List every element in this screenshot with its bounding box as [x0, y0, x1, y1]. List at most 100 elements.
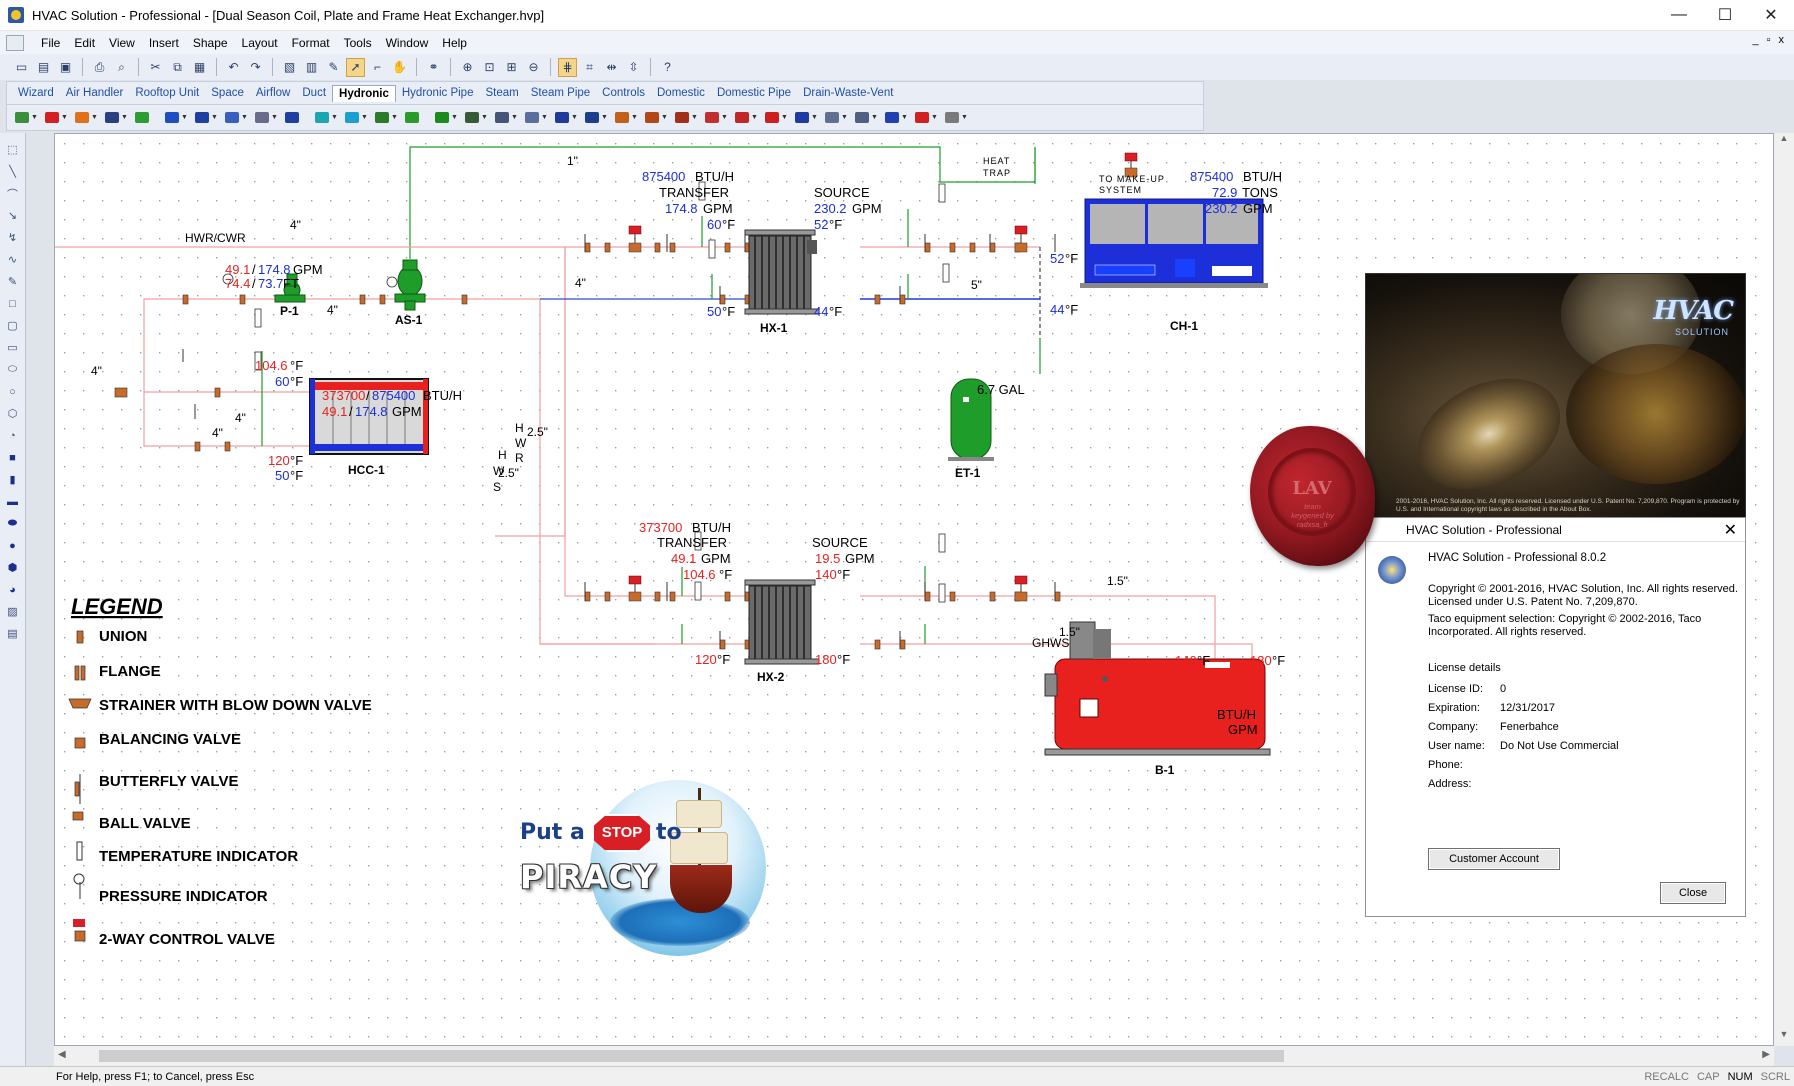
pump-tool[interactable]: ▼ — [435, 109, 461, 127]
tab-space[interactable]: Space — [205, 85, 250, 101]
redo-icon[interactable]: ↷ — [246, 58, 265, 77]
terminal-tool[interactable]: ▼ — [795, 109, 821, 127]
meter-tool[interactable]: ▼ — [555, 109, 581, 127]
burner-tool[interactable]: ▼ — [75, 109, 101, 127]
chiller-ch1[interactable] — [1080, 198, 1268, 288]
arc-icon[interactable]: ↯ — [5, 229, 21, 246]
context-help-icon[interactable]: ? — [658, 58, 677, 77]
mdi-close-button[interactable]: x — [1779, 34, 1785, 46]
menu-shape[interactable]: Shape — [186, 34, 235, 52]
unit-heater-tool[interactable]: ▼ — [225, 109, 251, 127]
pie-icon[interactable]: ◔ — [5, 427, 21, 444]
tab-domestic[interactable]: Domestic — [651, 85, 711, 101]
circle-icon[interactable]: ○ — [5, 383, 21, 400]
boiler-tool[interactable]: ▼ — [45, 109, 71, 127]
image-icon[interactable]: ▨ — [5, 603, 21, 620]
heat-exchanger-hx2[interactable] — [744, 579, 820, 665]
valve-tool[interactable]: ▼ — [375, 109, 401, 127]
filled-square-icon[interactable]: ▬ — [5, 493, 21, 510]
document-icon[interactable] — [6, 34, 24, 51]
curve-icon[interactable]: ∿ — [5, 251, 21, 268]
scroll-right-icon[interactable]: ▶ — [1762, 1049, 1770, 1060]
properties-icon[interactable]: ▧ — [280, 58, 299, 77]
filled-circle-icon[interactable]: ● — [5, 537, 21, 554]
menu-edit[interactable]: Edit — [67, 34, 102, 52]
pan-hand-icon[interactable]: ✋ — [390, 58, 409, 77]
menu-view[interactable]: View — [102, 34, 142, 52]
menu-format[interactable]: Format — [285, 34, 337, 52]
tab-hydronic-pipe[interactable]: Hydronic Pipe — [396, 85, 480, 101]
cooling-tower-tool[interactable]: ▼ — [345, 109, 371, 127]
format-painter-icon[interactable]: ✎ — [324, 58, 343, 77]
air-separator-tool[interactable] — [405, 109, 431, 127]
hydronic-wizard-tool[interactable]: ▼ — [15, 109, 41, 127]
menu-file[interactable]: File — [34, 34, 67, 52]
cut-icon[interactable]: ✂ — [146, 58, 165, 77]
heater-tool[interactable]: ▼ — [735, 109, 761, 127]
gauge-tool[interactable]: ▼ — [495, 109, 521, 127]
ellipse-icon[interactable]: ⬭ — [5, 361, 21, 378]
link-icon[interactable]: ⚭ — [424, 58, 443, 77]
close-button[interactable]: ✕ — [1748, 0, 1794, 31]
zoom-window-icon[interactable]: ⊡ — [480, 58, 499, 77]
table-tool[interactable]: ▼ — [855, 109, 881, 127]
end-tool[interactable]: ▼ — [945, 109, 971, 127]
freehand-icon[interactable]: ✎ — [5, 273, 21, 290]
align-icon[interactable]: ⇹ — [602, 58, 621, 77]
filled-ellipse-icon[interactable]: ⬬ — [5, 515, 21, 532]
horizontal-scroll-thumb[interactable] — [99, 1050, 1284, 1062]
strainer-tool[interactable]: ▼ — [465, 109, 491, 127]
filled-polygon-icon[interactable]: ⬢ — [5, 559, 21, 576]
paste-icon[interactable]: ▦ — [190, 58, 209, 77]
square-icon[interactable]: ▭ — [5, 339, 21, 356]
grid-tool[interactable]: ▼ — [825, 109, 851, 127]
customer-account-button[interactable]: Customer Account — [1428, 848, 1560, 870]
menu-layout[interactable]: Layout — [235, 34, 285, 52]
expansion-tool[interactable]: ▼ — [705, 109, 731, 127]
undo-icon[interactable]: ↶ — [224, 58, 243, 77]
scroll-down-icon[interactable]: ▼ — [1774, 1029, 1794, 1046]
zoom-in-icon[interactable]: ⊕ — [458, 58, 477, 77]
about-close-icon[interactable]: ✕ — [1724, 520, 1737, 540]
menu-tools[interactable]: Tools — [337, 34, 379, 52]
zoom-out-icon[interactable]: ⊖ — [524, 58, 543, 77]
distribute-icon[interactable]: ⇳ — [624, 58, 643, 77]
chiller-tool[interactable]: ▼ — [105, 109, 131, 127]
vertical-scrollbar[interactable]: ▲ ▼ — [1774, 133, 1794, 1046]
tank-tool[interactable] — [135, 109, 161, 127]
filled-rounded-icon[interactable]: ▮ — [5, 471, 21, 488]
tab-rooftop-unit[interactable]: Rooftop Unit — [129, 85, 205, 101]
sensor-tool[interactable]: ▼ — [525, 109, 551, 127]
print-preview-icon[interactable]: ⌕ — [112, 58, 131, 77]
calculator-icon[interactable]: ▥ — [302, 58, 321, 77]
polyline-icon[interactable]: ⌒ — [5, 185, 21, 202]
mdi-restore-button[interactable]: ▫ — [1767, 34, 1771, 46]
save-icon[interactable]: ▣ — [56, 58, 75, 77]
tab-air-handler[interactable]: Air Handler — [60, 85, 130, 101]
baseboard-tool[interactable] — [285, 109, 311, 127]
tab-hydronic[interactable]: Hydronic — [332, 84, 396, 102]
filter-tool[interactable]: ▼ — [585, 109, 611, 127]
tab-steam-pipe[interactable]: Steam Pipe — [525, 85, 596, 101]
bar-tool[interactable]: ▼ — [885, 109, 911, 127]
scroll-left-icon[interactable]: ◀ — [58, 1049, 66, 1060]
close-dialog-button[interactable]: Close — [1660, 882, 1726, 904]
horizontal-scrollbar[interactable]: ◀ ▶ — [54, 1046, 1774, 1066]
minimize-button[interactable]: — — [1656, 0, 1702, 31]
open-icon[interactable]: ▤ — [34, 58, 53, 77]
tab-duct[interactable]: Duct — [296, 85, 332, 101]
menu-insert[interactable]: Insert — [142, 34, 186, 52]
tab-controls[interactable]: Controls — [596, 85, 651, 101]
flange-tool[interactable]: ▼ — [615, 109, 641, 127]
tab-domestic-pipe[interactable]: Domestic Pipe — [711, 85, 797, 101]
copy-icon[interactable]: ⧉ — [168, 58, 187, 77]
select-icon[interactable]: ⬚ — [5, 141, 21, 158]
menu-window[interactable]: Window — [379, 34, 436, 52]
line-icon[interactable]: ╲ — [5, 163, 21, 180]
reheat-tool[interactable]: ▼ — [765, 109, 791, 127]
grid-icon[interactable]: ⋕ — [558, 57, 577, 77]
pointer-icon[interactable]: ➚ — [346, 57, 365, 77]
zoom-fit-icon[interactable]: ⊞ — [502, 58, 521, 77]
polygon-icon[interactable]: ⬡ — [5, 405, 21, 422]
tab-wizard[interactable]: Wizard — [12, 85, 60, 101]
